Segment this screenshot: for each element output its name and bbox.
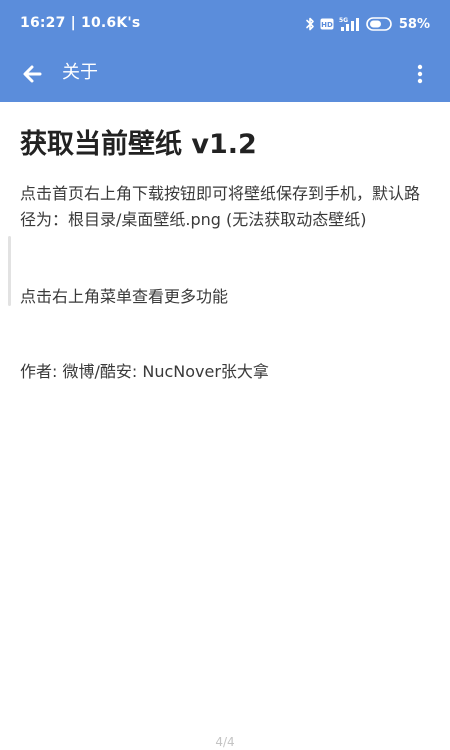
status-time-speed: 16:27 | 10.6K's (20, 15, 141, 31)
network-type-label: 5G (339, 17, 348, 24)
author-paragraph: 作者: 微博/酷安: NucNover张大拿 (20, 362, 269, 381)
menu-hint-paragraph: 点击右上角菜单查看更多功能 (20, 287, 229, 306)
app-bar: 关于 (0, 50, 450, 102)
toggle-icon (366, 17, 392, 31)
status-icons: HD 5G 58% (305, 14, 430, 34)
content-area: 获取当前壁纸 v1.2 点击首页右上角下载按钮即可将壁纸保存到手机，默认路径为：… (20, 126, 432, 381)
app-bar-title: 关于 (62, 62, 98, 83)
hd-icon: HD (320, 18, 334, 30)
more-vertical-icon (417, 64, 423, 84)
more-menu-button[interactable] (408, 60, 432, 88)
signal-icon: 5G (339, 17, 359, 31)
status-bar: 16:27 | 10.6K's HD 5G 58% (0, 0, 450, 50)
page-title: 获取当前壁纸 v1.2 (20, 129, 257, 160)
back-button[interactable] (18, 60, 46, 88)
battery-level: 58% (398, 16, 430, 32)
header: 16:27 | 10.6K's HD 5G 58% 关于 (0, 0, 450, 102)
scroll-indicator (8, 236, 11, 306)
bluetooth-icon (306, 17, 314, 31)
screen: 16:27 | 10.6K's HD 5G 58% 关于 获取当前壁纸 v1.2… (0, 0, 450, 750)
instruction-paragraph: 点击首页右上角下载按钮即可将壁纸保存到手机，默认路径为：根目录/桌面壁纸.png… (20, 184, 421, 229)
svg-text:HD: HD (321, 21, 333, 29)
arrow-left-icon (23, 65, 42, 83)
page-indicator: 4/4 (215, 735, 235, 749)
